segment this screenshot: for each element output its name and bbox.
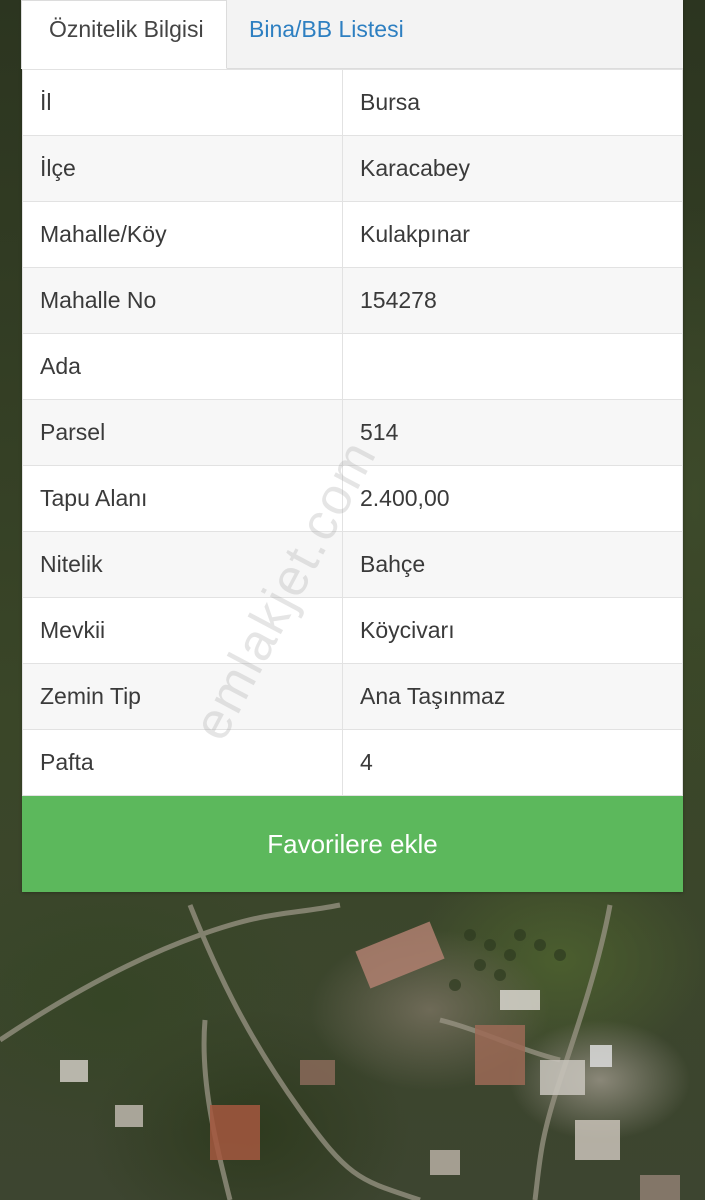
row-key: Mahalle No xyxy=(22,267,343,334)
row-value: Köycivarı xyxy=(342,597,683,664)
add-to-favorites-button[interactable]: Favorilere ekle xyxy=(22,796,683,892)
row-value: 514 xyxy=(342,399,683,466)
tab-oznitelik-bilgisi[interactable]: Öznitelik Bilgisi xyxy=(21,0,227,69)
table-row: Ada xyxy=(22,333,683,400)
row-key: İl xyxy=(22,69,343,136)
tab-bar: Öznitelik Bilgisi Bina/BB Listesi xyxy=(21,0,683,69)
table-row: İl Bursa xyxy=(22,69,683,136)
row-key: İlçe xyxy=(22,135,343,202)
row-key: Mevkii xyxy=(22,597,343,664)
row-key: Zemin Tip xyxy=(22,663,343,730)
row-value: 4 xyxy=(342,729,683,796)
row-key: Tapu Alanı xyxy=(22,465,343,532)
table-row: Pafta 4 xyxy=(22,729,683,796)
row-key: Pafta xyxy=(22,729,343,796)
row-value: Kulakpınar xyxy=(342,201,683,268)
row-key: Nitelik xyxy=(22,531,343,598)
table-row: Nitelik Bahçe xyxy=(22,531,683,598)
row-value: Karacabey xyxy=(342,135,683,202)
table-row: Parsel 514 xyxy=(22,399,683,466)
attribute-table: İl Bursa İlçe Karacabey Mahalle/Köy Kula… xyxy=(22,69,683,796)
attribute-panel: Öznitelik Bilgisi Bina/BB Listesi İl Bur… xyxy=(21,0,683,892)
table-row: Tapu Alanı 2.400,00 xyxy=(22,465,683,532)
table-row: Mahalle No 154278 xyxy=(22,267,683,334)
row-value: Bahçe xyxy=(342,531,683,598)
table-row: İlçe Karacabey xyxy=(22,135,683,202)
tab-bina-bb-listesi[interactable]: Bina/BB Listesi xyxy=(227,0,421,68)
row-key: Parsel xyxy=(22,399,343,466)
screen: Öznitelik Bilgisi Bina/BB Listesi İl Bur… xyxy=(0,0,705,1200)
table-row: Mahalle/Köy Kulakpınar xyxy=(22,201,683,268)
row-key: Mahalle/Köy xyxy=(22,201,343,268)
table-row: Zemin Tip Ana Taşınmaz xyxy=(22,663,683,730)
row-value: 2.400,00 xyxy=(342,465,683,532)
row-value: 154278 xyxy=(342,267,683,334)
row-value: Bursa xyxy=(342,69,683,136)
row-key: Ada xyxy=(22,333,343,400)
row-value: Ana Taşınmaz xyxy=(342,663,683,730)
row-value xyxy=(342,333,683,400)
table-row: Mevkii Köycivarı xyxy=(22,597,683,664)
